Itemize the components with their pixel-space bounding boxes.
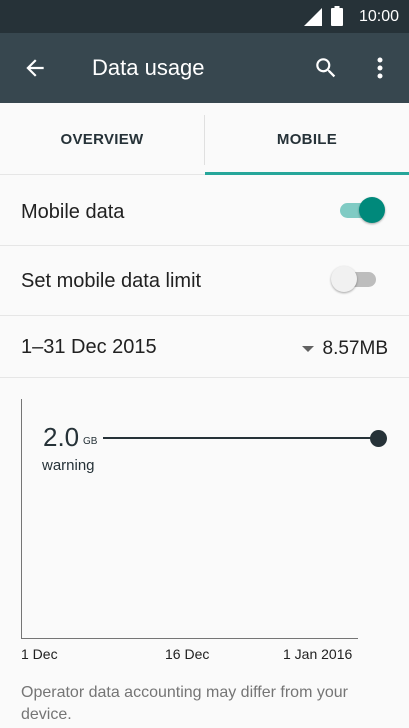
data-limit-row[interactable]: Set mobile data limit (0, 246, 409, 316)
page-title: Data usage (92, 55, 205, 80)
usage-chart: 2.0 GB warning 1 Dec 16 Dec 1 Jan 2016 (0, 378, 409, 678)
warning-label: warning (42, 457, 95, 474)
cycle-row: 1–31 Dec 2015 8.57MB (0, 316, 409, 378)
warning-line (103, 437, 378, 439)
search-icon[interactable] (313, 55, 339, 81)
mobile-data-label: Mobile data (21, 201, 125, 223)
mobile-data-switch[interactable] (337, 196, 387, 224)
chart-x-axis (21, 638, 358, 639)
signal-icon (304, 8, 322, 26)
switch-thumb (331, 266, 357, 292)
cycle-dropdown[interactable]: 8.57MB (301, 338, 388, 360)
data-limit-label: Set mobile data limit (21, 270, 202, 292)
warning-unit: GB (83, 436, 98, 447)
app-bar: Data usage (0, 33, 409, 103)
cycle-usage: 8.57MB (322, 338, 388, 359)
warning-value: 2.0 (43, 422, 80, 452)
x-tick-label: 1 Dec (21, 646, 58, 662)
status-time: 10:00 (358, 8, 399, 25)
warning-drag-handle[interactable] (370, 430, 387, 447)
data-limit-switch[interactable] (331, 265, 381, 293)
mobile-data-row[interactable]: Mobile data (0, 175, 409, 246)
cycle-range: 1–31 Dec 2015 (21, 336, 157, 358)
x-tick-label: 1 Jan 2016 (283, 646, 353, 662)
tab-mobile[interactable]: MOBILE (205, 103, 409, 175)
status-bar: 10:00 (0, 0, 409, 33)
dropdown-caret-icon (301, 346, 314, 352)
more-vert-icon[interactable] (370, 55, 390, 81)
back-arrow-icon[interactable] (22, 55, 48, 81)
switch-thumb (359, 197, 385, 223)
tab-bar: OVERVIEW MOBILE (0, 103, 409, 175)
chart-y-axis (21, 399, 22, 639)
battery-icon (331, 6, 343, 26)
x-tick-label: 16 Dec (165, 646, 210, 662)
footnote: Operator data accounting may differ from… (21, 684, 348, 723)
tab-overview[interactable]: OVERVIEW (0, 103, 204, 175)
